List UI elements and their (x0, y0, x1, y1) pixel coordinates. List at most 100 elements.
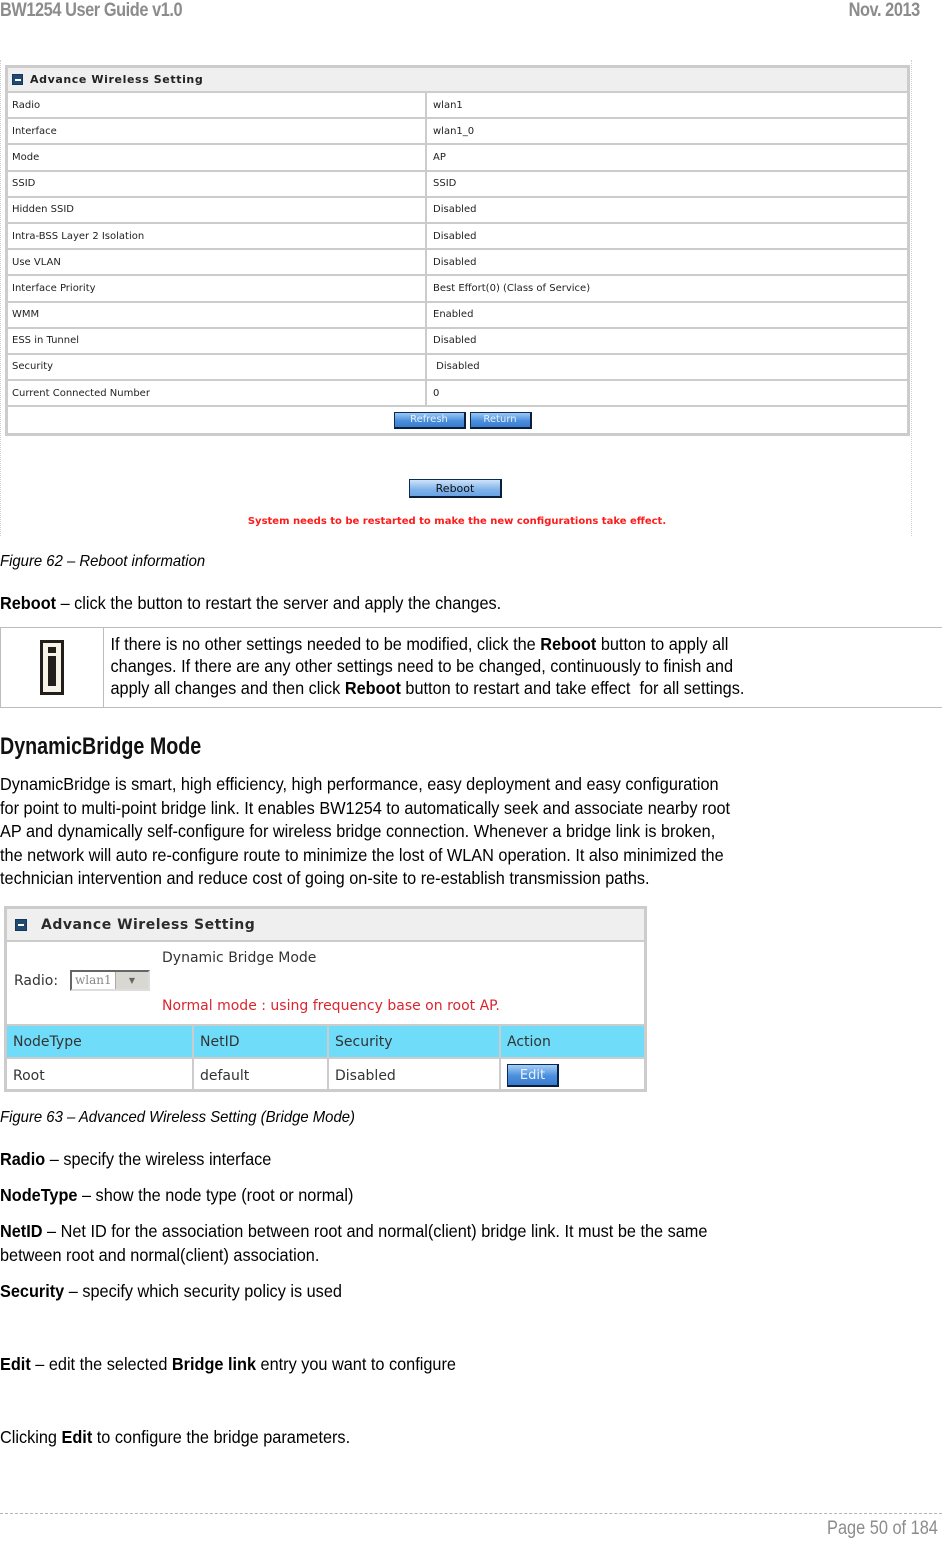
panel-title: Advance Wireless Setting (30, 73, 204, 86)
column-header-nodetype: NodeType (7, 1026, 194, 1057)
table-row: ESS in Tunnel Disabled (8, 328, 907, 355)
panel-title-bar: Advance Wireless Setting (8, 68, 907, 93)
definition-edit: Edit – edit the selected Bridge link ent… (0, 1353, 456, 1377)
table-row: Interface wlan1_0 (8, 119, 907, 146)
refresh-button[interactable]: Refresh (393, 411, 466, 429)
panel-title: Advance Wireless Setting (41, 916, 256, 933)
netid-cell: default (194, 1059, 329, 1092)
note-text-segment: apply all changes and then click (110, 678, 345, 698)
button-row: Refresh Return (8, 407, 907, 433)
row-value: Disabled (433, 361, 480, 373)
row-value: wlan1 (433, 99, 463, 111)
table-row: Radio wlan1 (8, 93, 907, 120)
table-row: WMM Enabled (8, 302, 907, 329)
column-header-action: Action (507, 1033, 551, 1050)
reboot-button[interactable]: Reboot (409, 479, 502, 498)
definition-radio: Radio – specify the wireless interface (0, 1148, 271, 1172)
footer-divider (0, 1513, 942, 1514)
table-row: Security Disabled (8, 354, 907, 382)
row-value: Best Effort(0) (Class of Service) (433, 282, 591, 294)
definition-text: – show the node type (root or normal) (77, 1185, 354, 1205)
note-text-segment: button to restart and take effect for al… (400, 678, 745, 698)
definition-text: – Net ID for the association between roo… (42, 1221, 708, 1241)
section-body: DynamicBridge is smart, high efficiency,… (0, 773, 730, 891)
definition-netid: NetID – Net ID for the association betwe… (0, 1220, 707, 1267)
panel-title-bar: Advance Wireless Setting (7, 909, 644, 942)
table-row: Intra-BSS Layer 2 Isolation Disabled (8, 223, 907, 251)
instruction-text: to configure the bridge parameters. (92, 1427, 351, 1447)
page-number: Page 50 of 184 (827, 1518, 938, 1539)
radio-select[interactable]: wlan1 ▼ (70, 970, 150, 991)
column-header-security: Security (329, 1026, 501, 1057)
definition-text: entry you want to configure (256, 1354, 456, 1374)
row-value: AP (433, 151, 446, 163)
nodetype-cell: Root (7, 1059, 194, 1092)
row-label: Use VLAN (8, 250, 427, 275)
body-line: for point to multi-point bridge link. It… (0, 797, 731, 818)
body-line: DynamicBridge is smart, high efficiency,… (0, 774, 719, 794)
radio-selected-value: wlan1 (75, 973, 112, 987)
definition-text: – specify the wireless interface (45, 1149, 272, 1169)
row-value: Enabled (433, 309, 474, 321)
row-label: Intra-BSS Layer 2 Isolation (8, 223, 427, 249)
term: Bridge link (171, 1354, 257, 1374)
dynamic-bridge-mode-label: Dynamic Bridge Mode (162, 950, 317, 966)
row-value: Disabled (433, 204, 477, 216)
row-value: SSID (433, 178, 457, 190)
definition-text: – edit the selected (30, 1354, 172, 1374)
table-row: Mode AP (8, 145, 907, 172)
note-bold-term: Reboot (540, 634, 597, 654)
note-text-segment: button to apply all (596, 634, 729, 654)
section-heading: DynamicBridge Mode (0, 733, 202, 760)
row-label: Current Connected Number (8, 381, 427, 406)
term: Reboot (0, 593, 57, 613)
note-text: If there is no other settings needed to … (104, 628, 883, 707)
note-text-line: changes. If there are any other settings… (110, 656, 733, 676)
row-label: Radio (8, 93, 427, 118)
advance-wireless-setting-table: Advance Wireless Setting Radio wlan1 Inte… (5, 65, 910, 437)
table-row: Root default Disabled Edit (7, 1059, 644, 1092)
row-label: Interface (8, 119, 427, 144)
body-line: AP and dynamically self-configure for wi… (0, 821, 716, 841)
term: Edit (61, 1427, 93, 1447)
definition-text-continued: between root and normal(client) associat… (0, 1244, 320, 1265)
table-row: Interface Priority Best Effort(0) (Class … (8, 276, 907, 303)
figure-62-screenshot: Advance Wireless Setting Radio wlan1 Inte… (0, 60, 912, 536)
note-text-segment: If there is no other settings needed to … (110, 634, 541, 654)
body-line: the network will auto re-configure route… (0, 844, 724, 865)
row-label: Interface Priority (8, 276, 427, 301)
info-note: If there is no other settings needed to … (0, 627, 942, 708)
normal-mode-message: Normal mode : using frequency base on ro… (162, 998, 500, 1014)
definition-security: Security – specify which security policy… (0, 1280, 342, 1304)
action-cell: Edit (501, 1059, 644, 1092)
figure-63-screenshot: Advance Wireless Setting Radio: wlan1 ▼ … (4, 906, 647, 1092)
row-label: ESS in Tunnel (8, 328, 427, 353)
reboot-description: Reboot – click the button to restart the… (0, 592, 501, 616)
dropdown-arrow-icon[interactable]: ▼ (115, 972, 148, 989)
column-header-netid: NetID (194, 1026, 329, 1057)
return-button[interactable]: Return (469, 411, 532, 429)
table-row: Current Connected Number 0 (8, 381, 907, 408)
figure-62-caption: Figure 62 – Reboot information (0, 553, 206, 570)
term: NodeType (0, 1185, 78, 1205)
term: Edit (0, 1354, 31, 1374)
row-label: Mode (8, 145, 427, 170)
figure-63-caption: Figure 63 – Advanced Wireless Setting (B… (0, 1109, 355, 1126)
instruction-text: Clicking (0, 1427, 62, 1447)
row-value: Disabled (433, 230, 477, 242)
radio-label: Radio: (14, 973, 59, 989)
row-value: Disabled (433, 335, 477, 347)
restart-required-message: System needs to be restarted to make the… (247, 516, 667, 527)
edit-button[interactable]: Edit (507, 1064, 559, 1087)
table-row: SSID SSID (8, 171, 907, 198)
doc-header-date: Nov. 2013 (848, 0, 921, 21)
table-row: Use VLAN Disabled (8, 250, 907, 277)
doc-header-title: BW1254 User Guide v1.0 (0, 0, 183, 21)
definition-text: – specify which security policy is used (64, 1281, 342, 1301)
table-row: Hidden SSID Disabled (8, 197, 907, 224)
row-label: WMM (8, 302, 427, 327)
term: NetID (0, 1221, 43, 1241)
definition-nodetype: NodeType – show the node type (root or n… (0, 1184, 353, 1208)
panel-collapse-icon (12, 74, 23, 85)
row-value: Disabled (433, 256, 477, 268)
